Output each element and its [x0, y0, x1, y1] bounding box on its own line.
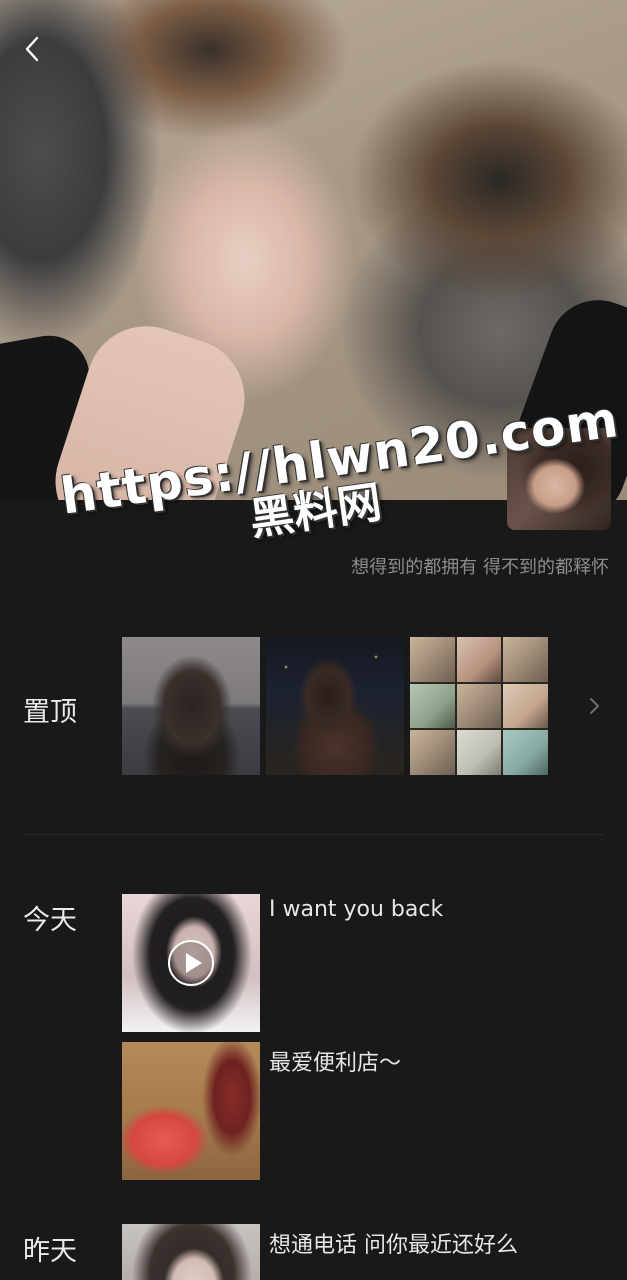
post-caption[interactable]: I want you back: [269, 897, 443, 922]
profile-signature: 想得到的都拥有 得不到的都释怀: [351, 557, 609, 578]
chevron-left-icon: [25, 36, 39, 62]
pinned-thumbnail[interactable]: [122, 637, 260, 775]
section-divider: [23, 834, 604, 835]
post-caption[interactable]: 想通电话 问你最近还好么: [269, 1227, 518, 1259]
pinned-thumbnail[interactable]: [410, 637, 548, 775]
avatar[interactable]: [507, 428, 611, 530]
cover-photo[interactable]: [0, 0, 627, 500]
play-icon: [168, 940, 214, 986]
pinned-label: 置顶: [23, 697, 77, 728]
chevron-right-icon: [590, 698, 599, 714]
post-thumbnail[interactable]: [122, 894, 260, 1032]
post-thumbnail[interactable]: [122, 1042, 260, 1180]
date-label: 今天: [23, 905, 77, 936]
pinned-more-button[interactable]: [585, 694, 605, 718]
pinned-thumbnail[interactable]: [266, 637, 404, 775]
date-label: 昨天: [23, 1236, 77, 1267]
back-button[interactable]: [18, 34, 48, 64]
post-thumbnail[interactable]: [122, 1224, 260, 1280]
post-caption[interactable]: 最爱便利店～: [269, 1045, 401, 1077]
